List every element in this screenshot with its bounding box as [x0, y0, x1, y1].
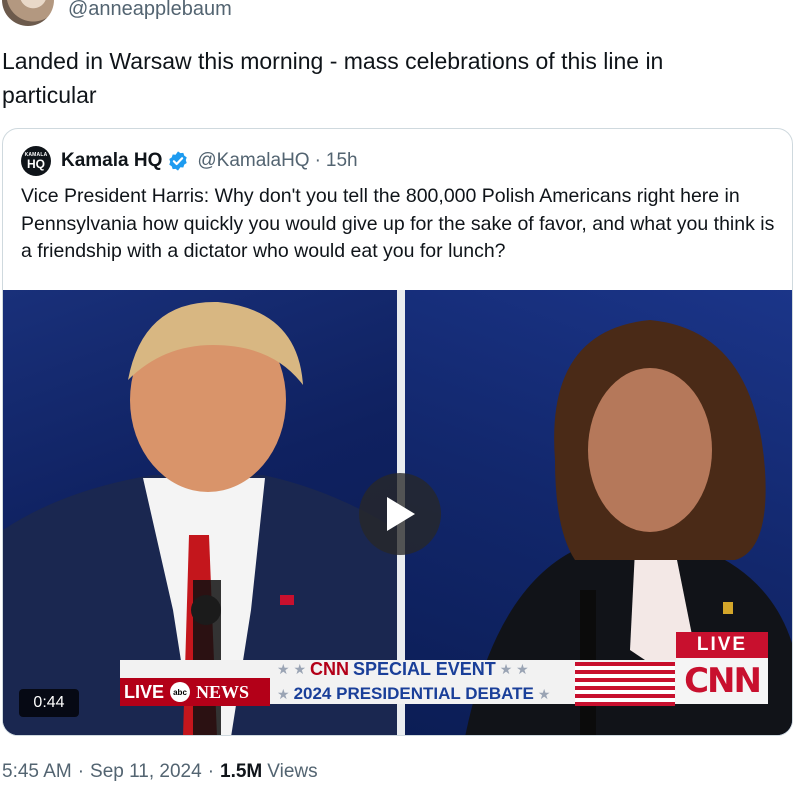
- tweet-header: @anneapplebaum: [0, 0, 794, 30]
- cnn-logo: CNN: [676, 658, 768, 704]
- tweet-text: Landed in Warsaw this morning - mass cel…: [2, 48, 664, 108]
- quoted-tweet[interactable]: KAMALA HQ Kamala HQ @KamalaHQ · 15h Vice…: [2, 128, 793, 736]
- abc-logo: abc: [170, 682, 191, 702]
- views-count[interactable]: 1.5M: [220, 761, 262, 783]
- video-player[interactable]: LIVE abc NEWS ★ ★ CNN SPECIAL EVENT ★ ★ …: [3, 290, 792, 735]
- live-abc-news-box: LIVE abc NEWS: [120, 678, 270, 706]
- debate-title: 2024 PRESIDENTIAL DEBATE: [293, 684, 534, 703]
- footer-separator: ·: [207, 761, 215, 782]
- star-icon: ★: [277, 685, 290, 702]
- quoted-tweet-age[interactable]: 15h: [326, 150, 358, 172]
- flag-stripes: [575, 662, 675, 706]
- views-label: Views: [267, 761, 318, 782]
- cnn-live-tag: LIVE: [676, 632, 768, 658]
- cnn-mini-logo: CNN: [310, 658, 349, 679]
- special-event-text: SPECIAL EVENT: [353, 658, 496, 679]
- news-label: NEWS: [196, 681, 250, 702]
- quoted-author-name[interactable]: Kamala HQ: [61, 150, 162, 172]
- tweet-date[interactable]: Sep 11, 2024: [90, 761, 202, 783]
- quoted-tweet-header: KAMALA HQ Kamala HQ @KamalaHQ · 15h: [21, 146, 358, 176]
- quoted-author-handle[interactable]: @KamalaHQ: [197, 150, 309, 172]
- quoted-tweet-text: Vice President Harris: Why don't you tel…: [21, 185, 775, 262]
- star-icon: ★: [537, 685, 551, 702]
- star-icon: ★ ★: [277, 660, 306, 677]
- play-icon: [387, 497, 415, 531]
- play-button[interactable]: [359, 473, 441, 555]
- footer-separator: ·: [77, 761, 85, 782]
- live-label: LIVE: [124, 681, 165, 702]
- star-icon: ★ ★: [499, 660, 529, 677]
- chyron-line1: ★ ★ CNN SPECIAL EVENT ★ ★: [273, 656, 573, 682]
- meta-separator: ·: [314, 150, 321, 171]
- tweet-time[interactable]: 5:45 AM: [2, 761, 72, 783]
- kamala-hq-avatar[interactable]: KAMALA HQ: [21, 146, 51, 176]
- avatar-line2: HQ: [27, 156, 45, 171]
- tweet-footer: 5:45 AM · Sep 11, 2024 · 1.5M Views: [2, 761, 318, 783]
- verified-badge-icon: [169, 151, 188, 171]
- author-avatar[interactable]: [2, 0, 54, 26]
- video-duration: 0:44: [19, 689, 79, 717]
- chyron-line2: ★ 2024 PRESIDENTIAL DEBATE ★: [273, 682, 573, 706]
- author-handle[interactable]: @anneapplebaum: [68, 0, 232, 21]
